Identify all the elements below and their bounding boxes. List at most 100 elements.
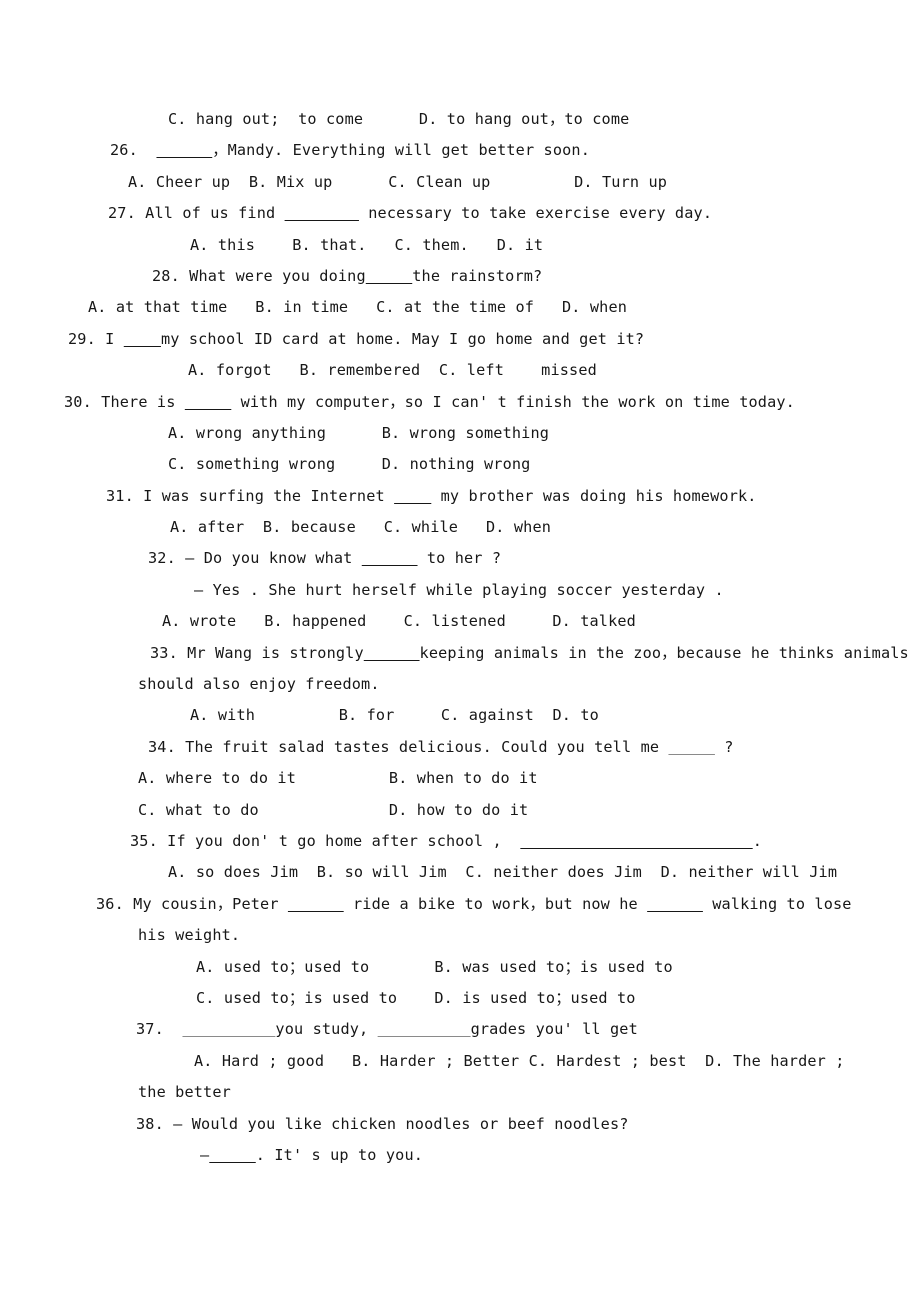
text-line: 33. Mr Wang is strongly keeping animals …	[0, 638, 920, 669]
text-line: A. at that time B. in time C. at the tim…	[0, 292, 920, 323]
line-text: with my computer，so I can' t finish the …	[231, 392, 795, 411]
line-text: A. after B. because C. while D. when	[170, 518, 552, 537]
line-text: A. with B. for C. against D. to	[190, 706, 599, 725]
text-line: 26. ，Mandy. Everything will get better s…	[0, 135, 920, 166]
line-text: 30. There is	[64, 392, 185, 411]
line-text: C. hang out; to come D. to hang out，to c…	[168, 110, 630, 128]
answer-blank	[182, 1020, 275, 1038]
line-text: 29. I	[68, 329, 124, 348]
line-text: walking to lose	[702, 894, 852, 913]
answer-blank	[378, 1020, 471, 1038]
text-line: A. wrong anything B. wrong something	[0, 418, 920, 449]
line-text: 37.	[136, 1020, 183, 1039]
line-text: . It' s up to you.	[255, 1145, 424, 1164]
answer-blank	[285, 204, 359, 222]
line-text: A. so does Jim B. so will Jim C. neither…	[168, 863, 838, 882]
line-text: 34. The fruit salad tastes delicious. Co…	[148, 737, 669, 756]
answer-blank	[185, 393, 231, 411]
text-line: 32. — Do you know what to her ?	[0, 543, 920, 574]
answer-blank	[668, 738, 714, 756]
line-text: 32. — Do you know what	[148, 549, 362, 568]
line-text: his weight.	[138, 926, 241, 945]
text-line: A. where to do it B. when to do it	[0, 763, 920, 794]
line-text: 27. All of us find	[108, 204, 285, 223]
document-page: C. hang out; to come D. to hang out，to c…	[0, 0, 920, 1302]
line-text: .	[752, 831, 762, 850]
text-line: C. what to do D. how to do it	[0, 795, 920, 826]
text-line: C. hang out; to come D. to hang out，to c…	[0, 104, 920, 135]
answer-blank	[520, 832, 752, 850]
text-line: C. something wrong D. nothing wrong	[0, 449, 920, 480]
line-text: grades you' ll get	[470, 1020, 638, 1039]
line-text: should also enjoy freedom.	[138, 675, 380, 694]
text-line: should also enjoy freedom.	[0, 669, 920, 700]
line-text: A. at that time B. in time C. at the tim…	[88, 298, 628, 317]
answer-blank	[156, 141, 212, 159]
line-text: —	[200, 1145, 210, 1164]
text-line: — . It' s up to you.	[0, 1140, 920, 1171]
text-line: the better	[0, 1077, 920, 1108]
answer-blank	[362, 549, 418, 567]
text-line: 30. There is with my computer，so I can' …	[0, 387, 920, 418]
text-line: 29. I my school ID card at home. May I g…	[0, 324, 920, 355]
line-text: the better	[138, 1083, 231, 1102]
text-line: A. forgot B. remembered C. left missed	[0, 355, 920, 386]
answer-blank	[394, 487, 431, 505]
line-text: 26.	[110, 141, 157, 160]
line-text: A. used to；used to B. was used to；is use…	[196, 957, 673, 976]
text-line: C. used to；is used to D. is used to；used…	[0, 983, 920, 1014]
answer-blank	[366, 267, 412, 285]
line-text: — Yes . She hurt herself while playing s…	[194, 580, 724, 599]
text-line: A. wrote B. happened C. listened D. talk…	[0, 606, 920, 637]
line-text: 38. — Would you like chicken noodles or …	[136, 1114, 629, 1133]
text-line: 35. If you don' t go home after school ,…	[0, 826, 920, 857]
line-text: the rainstorm?	[412, 266, 543, 285]
line-text: to her ?	[417, 549, 502, 568]
text-line: — Yes . She hurt herself while playing s…	[0, 575, 920, 606]
line-text: A. Cheer up B. Mix up C. Clean up D. Tur…	[128, 172, 668, 191]
line-text: my brother was doing his homework.	[431, 486, 757, 505]
text-line: A. with B. for C. against D. to	[0, 700, 920, 731]
line-text: my school ID card at home. May I go home…	[160, 329, 645, 348]
answer-blank	[647, 895, 703, 913]
answer-blank	[364, 644, 420, 662]
text-line: his weight.	[0, 920, 920, 951]
text-line: 36. My cousin，Peter ride a bike to work，…	[0, 889, 920, 920]
text-line: 38. — Would you like chicken noodles or …	[0, 1109, 920, 1140]
line-text: 33. Mr Wang is strongly	[150, 643, 364, 662]
text-line: 34. The fruit salad tastes delicious. Co…	[0, 732, 920, 763]
line-text: 36. My cousin，Peter	[96, 894, 288, 913]
line-text: ?	[714, 737, 734, 756]
line-text: A. this B. that. C. them. D. it	[190, 235, 544, 254]
text-line: 37. you study, grades you' ll get	[0, 1014, 920, 1045]
text-line: 31. I was surfing the Internet my brothe…	[0, 481, 920, 512]
exam-questions-body: C. hang out; to come D. to hang out，to c…	[0, 104, 920, 1171]
text-line: A. Cheer up B. Mix up C. Clean up D. Tur…	[0, 167, 920, 198]
line-text: keeping animals in the zoo，because he th…	[419, 643, 909, 662]
line-text: A. Hard ; good B. Harder ; Better C. Har…	[194, 1051, 845, 1070]
answer-blank	[209, 1146, 255, 1164]
answer-blank	[288, 895, 344, 913]
line-text: you study,	[275, 1020, 378, 1039]
line-text: 35. If you don' t go home after school ,	[130, 831, 521, 850]
line-text: A. wrong anything B. wrong something	[168, 423, 550, 442]
answer-blank	[124, 330, 161, 348]
text-line: A. so does Jim B. so will Jim C. neither…	[0, 857, 920, 888]
line-text: A. forgot B. remembered C. left missed	[188, 361, 597, 380]
text-line: A. Hard ; good B. Harder ; Better C. Har…	[0, 1046, 920, 1077]
text-line: A. this B. that. C. them. D. it	[0, 230, 920, 261]
line-text: 28. What were you doing	[152, 266, 366, 285]
line-text: necessary to take exercise every day.	[358, 204, 713, 223]
line-text: C. used to；is used to D. is used to；used…	[196, 988, 636, 1007]
text-line: 28. What were you doing the rainstorm?	[0, 261, 920, 292]
line-text: A. where to do it B. when to do it	[138, 769, 538, 788]
line-text: A. wrote B. happened C. listened D. talk…	[162, 612, 636, 631]
text-line: 27. All of us find necessary to take exe…	[0, 198, 920, 229]
line-text: ride a bike to work，but now he	[343, 894, 648, 913]
text-line: A. after B. because C. while D. when	[0, 512, 920, 543]
line-text: 31. I was surfing the Internet	[106, 486, 395, 505]
text-line: A. used to；used to B. was used to；is use…	[0, 952, 920, 983]
line-text: ，Mandy. Everything will get better soon.	[212, 141, 591, 160]
line-text: C. something wrong D. nothing wrong	[168, 455, 531, 474]
line-text: C. what to do D. how to do it	[138, 800, 529, 819]
